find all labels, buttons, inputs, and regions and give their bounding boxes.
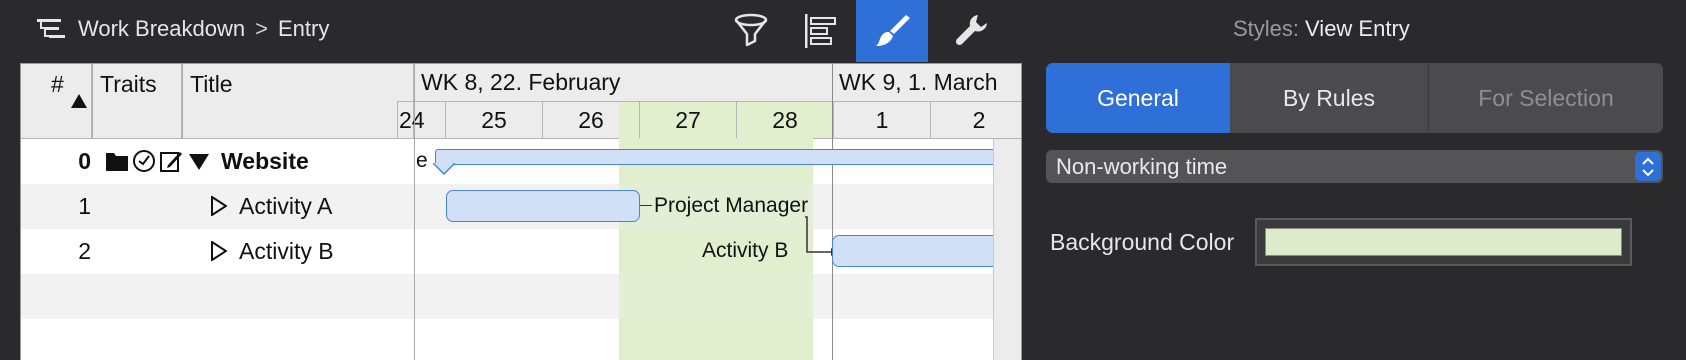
background-color-well[interactable] xyxy=(1255,218,1632,266)
bar-label-leader xyxy=(640,205,652,206)
styles-title: Styles: View Entry xyxy=(1233,16,1410,42)
day-header-26: 26 xyxy=(542,101,639,138)
wrench-icon xyxy=(955,15,987,46)
column-header-number-label: # xyxy=(51,71,64,97)
row-title-text: Website xyxy=(221,148,309,174)
day-header-25: 25 xyxy=(445,101,542,138)
week-header-9: WK 9, 1. March xyxy=(832,64,1021,101)
day-header-1: 1 xyxy=(833,101,930,138)
week-header-8: WK 8, 22. February xyxy=(414,64,839,101)
background-color-swatch xyxy=(1265,228,1622,256)
styles-value: View Entry xyxy=(1305,16,1410,41)
background-color-label: Background Color xyxy=(1050,229,1235,255)
day-header-2: 2 xyxy=(930,101,1021,138)
summary-bar-website[interactable] xyxy=(435,149,1005,165)
breadcrumb-current[interactable]: Entry xyxy=(278,16,329,42)
select-stepper-icon xyxy=(1635,152,1661,181)
row-title[interactable]: Activity A xyxy=(211,184,411,229)
edit-note-icon xyxy=(160,152,182,172)
style-scope-tabs: General By Rules For Selection xyxy=(1046,63,1663,133)
table-row-empty xyxy=(21,274,1021,319)
breadcrumb: Work Breakdown > Entry xyxy=(36,14,329,44)
day-header-24: 24 xyxy=(397,101,445,138)
row-traits xyxy=(105,139,185,184)
gantt-layout-button[interactable] xyxy=(785,0,857,62)
column-header-number[interactable]: # xyxy=(21,64,92,138)
paintbrush-icon xyxy=(876,15,910,46)
column-divider xyxy=(92,64,93,139)
tab-general[interactable]: General xyxy=(1046,63,1230,133)
table-timeline-divider[interactable] xyxy=(414,64,415,360)
disclosure-collapsed-icon[interactable] xyxy=(211,241,227,261)
breadcrumb-root[interactable]: Work Breakdown xyxy=(78,16,245,42)
tab-by-rules[interactable]: By Rules xyxy=(1230,63,1429,133)
dependency-arrow xyxy=(805,216,837,256)
filter-icon xyxy=(734,13,768,47)
sort-ascending-icon xyxy=(71,94,87,108)
disclosure-collapsed-icon[interactable] xyxy=(211,196,227,216)
day-header-27: 27 xyxy=(639,101,736,138)
summary-bar-start-cap xyxy=(433,163,455,175)
settings-button[interactable] xyxy=(936,0,1008,62)
task-bar-label-activity-b: Activity B xyxy=(702,239,789,262)
align-left-icon xyxy=(805,14,836,48)
summary-bar-cut-label: e xyxy=(416,149,428,172)
day-header-28: 28 xyxy=(736,101,833,138)
row-title[interactable]: Activity B xyxy=(211,229,411,274)
row-number: 2 xyxy=(78,238,91,264)
week-divider xyxy=(832,64,833,360)
vertical-scrollbar[interactable] xyxy=(993,139,1021,360)
styles-button[interactable] xyxy=(856,0,928,62)
disclosure-expanded-icon[interactable] xyxy=(189,154,209,170)
table-row-empty xyxy=(21,319,1021,360)
row-title-text: Activity B xyxy=(239,238,334,264)
style-element-select[interactable]: Non-working time xyxy=(1046,150,1663,183)
filter-button[interactable] xyxy=(715,0,787,62)
work-breakdown-icon xyxy=(37,19,65,38)
styles-label: Styles: xyxy=(1233,16,1300,41)
row-title-text: Activity A xyxy=(239,193,333,219)
style-element-select-value: Non-working time xyxy=(1056,154,1228,179)
breadcrumb-separator: > xyxy=(255,16,268,41)
column-header-traits[interactable]: Traits xyxy=(92,64,182,138)
row-number: 1 xyxy=(78,193,91,219)
clock-check-icon xyxy=(133,150,155,172)
task-bar-activity-a[interactable] xyxy=(446,190,640,222)
gantt-view: # Traits Title WK 8, 22. February WK 9, … xyxy=(20,63,1022,360)
column-header-title[interactable]: Title xyxy=(182,64,414,138)
row-number: 0 xyxy=(78,148,91,174)
row-title[interactable]: Website xyxy=(189,139,409,184)
folder-icon xyxy=(106,153,128,171)
column-divider xyxy=(182,64,183,139)
tab-for-selection[interactable]: For Selection xyxy=(1429,63,1663,133)
